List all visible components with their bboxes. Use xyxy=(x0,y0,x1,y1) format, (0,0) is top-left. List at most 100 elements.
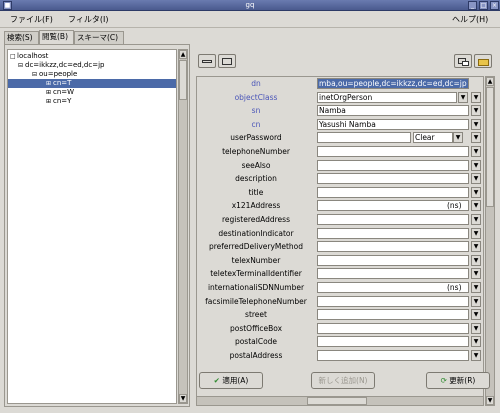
attribute-row: seeAlso ▼ xyxy=(197,159,483,172)
menu-help[interactable]: ヘルプ(H) xyxy=(452,14,488,25)
refresh-button[interactable]: ⟳ 更新(R) xyxy=(426,372,490,389)
scroll-thumb[interactable] xyxy=(486,87,494,207)
scroll-up-icon[interactable]: ▲ xyxy=(179,50,187,59)
maximize-icon[interactable]: □ xyxy=(479,1,488,10)
hash-select[interactable]: Clear xyxy=(413,132,453,144)
attribute-menu-icon[interactable]: ▼ xyxy=(471,132,481,144)
attribute-menu-icon[interactable]: ▼ xyxy=(471,336,481,348)
attribute-menu-icon[interactable]: ▼ xyxy=(471,241,481,253)
attribute-label: preferredDeliveryMethod xyxy=(208,242,304,252)
window-menu-icon[interactable]: ■ xyxy=(3,1,12,10)
collapse-view-icon[interactable] xyxy=(198,54,216,68)
attribute-label: dn xyxy=(251,79,261,88)
tab-browse[interactable]: 閲覧(B) xyxy=(39,30,74,44)
attribute-value-input[interactable]: mba,ou=people,dc=ikkzz,dc=ed,dc=jp xyxy=(317,78,469,89)
tree-node-selected[interactable]: ⊞ cn=T xyxy=(8,79,176,88)
attribute-value-input[interactable] xyxy=(317,295,469,307)
attribute-menu-icon[interactable]: ▼ xyxy=(471,173,481,185)
attribute-menu-icon[interactable]: ▼ xyxy=(471,309,481,321)
attribute-value-input[interactable] xyxy=(317,241,469,253)
expand-icon[interactable]: ⊞ xyxy=(46,88,53,97)
attribute-menu-icon[interactable]: ▼ xyxy=(471,282,481,293)
attribute-label: registeredAddress xyxy=(221,215,290,224)
tree-scrollbar[interactable]: ▲ ▼ xyxy=(178,49,188,404)
attribute-row: postalAddress ▼ xyxy=(197,349,483,362)
attribute-label: userPassword xyxy=(230,133,282,143)
collapse-icon[interactable]: ⊟ xyxy=(32,70,39,79)
dropdown-arrow-icon[interactable]: ▼ xyxy=(458,91,468,103)
tree-node-base[interactable]: ⊟ dc=ikkzz,dc=ed,dc=jp xyxy=(18,61,178,70)
attribute-value-input[interactable]: Yasushi Namba xyxy=(317,118,469,130)
scroll-thumb[interactable] xyxy=(179,60,187,100)
attribute-value-input[interactable] xyxy=(317,336,469,348)
attribute-row: objectClass inetOrgPerson ▼ ▼ xyxy=(197,91,483,104)
attribute-row: postOfficeBox ▼ xyxy=(197,322,483,335)
template-icon[interactable] xyxy=(454,54,472,68)
attribute-menu-icon[interactable]: ▼ xyxy=(471,227,481,239)
scroll-up-icon[interactable]: ▲ xyxy=(486,77,494,86)
scroll-down-icon[interactable]: ▼ xyxy=(486,396,494,405)
tree-node-entry[interactable]: ⊞ cn=Y xyxy=(46,97,176,106)
attribute-menu-icon[interactable]: ▼ xyxy=(471,186,481,198)
tab-search[interactable]: 検索(S) xyxy=(4,31,39,44)
scroll-down-icon[interactable]: ▼ xyxy=(179,394,187,403)
scroll-thumb[interactable] xyxy=(307,397,367,405)
tab-schema[interactable]: スキーマ(C) xyxy=(74,31,124,44)
collapse-icon[interactable]: ⊟ xyxy=(18,61,25,70)
attr-scrollbar[interactable]: ▲ ▼ xyxy=(485,76,495,406)
attribute-value-input[interactable]: inetOrgPerson xyxy=(317,91,457,103)
attribute-value-input[interactable] xyxy=(317,186,469,198)
expand-icon[interactable]: ⊞ xyxy=(46,79,53,88)
close-icon[interactable]: × xyxy=(490,1,499,10)
attribute-value-input[interactable] xyxy=(317,132,411,144)
attribute-value-input[interactable]: Namba xyxy=(317,105,469,117)
attribute-label: sn xyxy=(251,106,261,116)
attribute-row: telexNumber ▼ xyxy=(197,254,483,267)
attribute-value-input[interactable] xyxy=(317,350,469,361)
dropdown-arrow-icon[interactable]: ▼ xyxy=(453,132,463,144)
attribute-value-input[interactable] xyxy=(317,146,469,157)
minimize-icon[interactable]: _ xyxy=(468,1,477,10)
attribute-label: facsimileTelephoneNumber xyxy=(205,296,307,306)
add-new-button[interactable]: 新しく追加(N) xyxy=(311,372,375,389)
tree-node-ou[interactable]: ⊟ ou=people xyxy=(32,70,178,79)
menubar: ファイル(F) フィルタ(I) ヘルプ(H) xyxy=(0,11,500,28)
attribute-menu-icon[interactable]: ▼ xyxy=(471,159,481,171)
attribute-menu-icon[interactable]: ▼ xyxy=(471,146,481,157)
attribute-value-input[interactable] xyxy=(317,268,469,280)
attribute-label: seeAlso xyxy=(241,160,271,170)
attribute-menu-icon[interactable]: ▼ xyxy=(471,200,481,212)
attr-hscrollbar[interactable] xyxy=(196,396,484,406)
expand-icon[interactable]: ⊞ xyxy=(46,97,53,106)
attribute-menu-icon[interactable]: ▼ xyxy=(471,268,481,280)
menu-filter[interactable]: フィルタ(I) xyxy=(68,14,108,25)
attribute-menu-icon[interactable]: ▼ xyxy=(471,214,481,225)
attribute-value-input[interactable] xyxy=(317,309,469,321)
attribute-label: street xyxy=(245,310,267,320)
attribute-menu-icon[interactable]: ▼ xyxy=(471,118,481,130)
expand-view-icon[interactable] xyxy=(218,54,236,68)
attribute-value-input[interactable] xyxy=(317,322,469,334)
attribute-value-input[interactable] xyxy=(317,159,469,171)
tree-node-entry[interactable]: ⊞ cn=W xyxy=(46,88,176,97)
attribute-row: x121Address (ns) ▼ xyxy=(197,199,483,212)
attribute-menu-icon[interactable]: ▼ xyxy=(471,295,481,307)
attribute-menu-icon[interactable]: ▼ xyxy=(471,254,481,266)
attribute-menu-icon[interactable]: ▼ xyxy=(471,322,481,334)
tree-node-host[interactable]: □localhost xyxy=(10,52,178,61)
attribute-row: telephoneNumber ▼ xyxy=(197,145,483,158)
apply-button[interactable]: ✔ 適用(A) xyxy=(199,372,263,389)
ldap-tree[interactable]: □localhost ⊟ dc=ikkzz,dc=ed,dc=jp ⊟ ou=peo… xyxy=(7,49,177,404)
window-titlebar: gq ■ _ □ × xyxy=(0,0,500,11)
attribute-menu-icon[interactable]: ▼ xyxy=(471,350,481,361)
attribute-row: postalCode ▼ xyxy=(197,335,483,348)
attribute-value-input[interactable] xyxy=(317,214,469,225)
attribute-value-input[interactable] xyxy=(317,227,469,239)
attribute-value-input[interactable] xyxy=(317,173,469,185)
folder-icon[interactable] xyxy=(474,54,492,68)
attribute-menu-icon[interactable]: ▼ xyxy=(471,105,481,117)
attribute-value-input[interactable] xyxy=(317,254,469,266)
attribute-label: postalAddress xyxy=(229,351,283,360)
attribute-menu-icon[interactable]: ▼ xyxy=(471,91,481,103)
menu-file[interactable]: ファイル(F) xyxy=(10,14,53,25)
